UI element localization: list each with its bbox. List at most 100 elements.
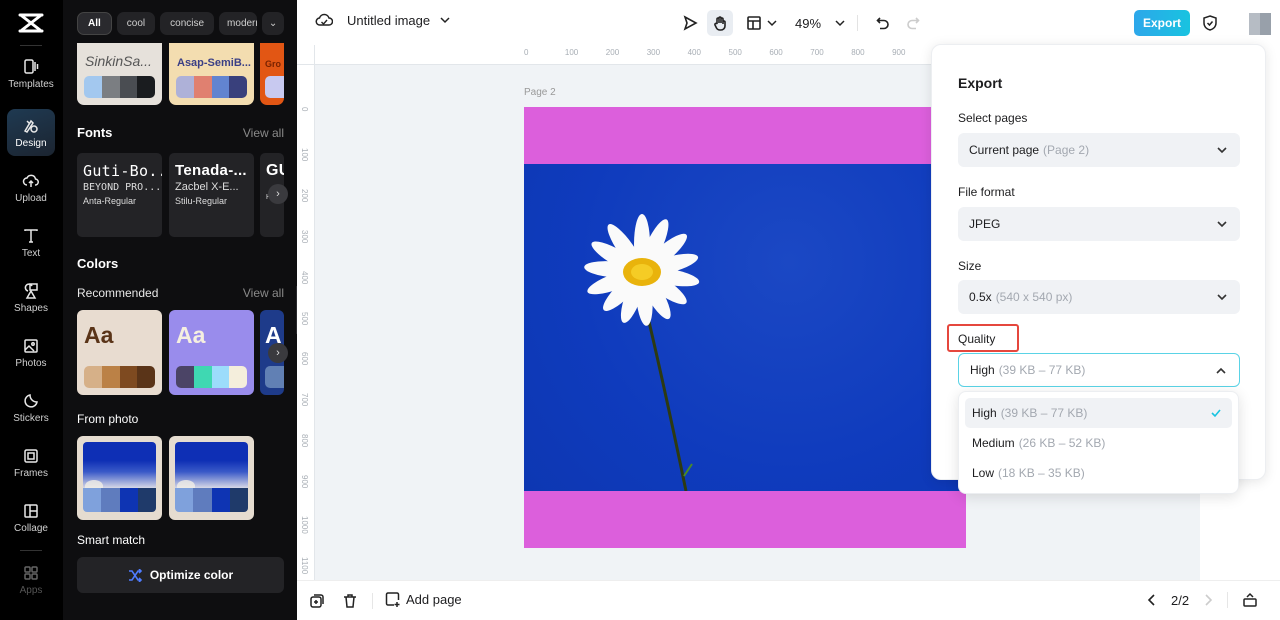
- chip-all[interactable]: All: [77, 12, 112, 35]
- chip-cool[interactable]: cool: [116, 12, 156, 35]
- text-icon: [24, 228, 38, 243]
- bottom-divider: [372, 593, 373, 609]
- present-icon[interactable]: [1242, 592, 1258, 608]
- quality-option-high[interactable]: High (39 KB – 77 KB): [965, 398, 1232, 428]
- font-combo-card[interactable]: Guti-Bo... BEYOND PRO... Anta-Regular: [77, 153, 162, 237]
- export-button[interactable]: Export: [1134, 10, 1190, 36]
- template-swatches: [176, 76, 247, 98]
- fonts-view-all-link[interactable]: View all: [243, 126, 284, 140]
- quality-value: High: [970, 363, 995, 377]
- add-page-button[interactable]: Add page: [385, 592, 462, 607]
- chevron-down-icon[interactable]: [440, 16, 450, 24]
- rail-item-photos[interactable]: Photos: [7, 329, 55, 376]
- layout-tool-button[interactable]: [741, 10, 767, 36]
- photo-palette-card[interactable]: [169, 436, 254, 520]
- photos-icon: [24, 338, 38, 353]
- ruler-tick-label: 500: [300, 311, 309, 325]
- next-page-icon[interactable]: [1203, 594, 1213, 606]
- select-pages-dropdown[interactable]: Current page (Page 2): [958, 133, 1240, 167]
- colors-view-all-link[interactable]: View all: [243, 286, 284, 300]
- size-dropdown[interactable]: 0.5x (540 x 540 px): [958, 280, 1240, 314]
- rail-item-templates[interactable]: Templates: [7, 50, 55, 97]
- file-format-label: File format: [958, 185, 1015, 199]
- delete-page-button[interactable]: [342, 593, 358, 609]
- ruler-tick-label: 100: [300, 147, 309, 162]
- size-value: 0.5x: [969, 290, 992, 304]
- template-card[interactable]: Gro: [260, 43, 284, 105]
- font-line-2: BEYOND PRO...: [83, 182, 162, 193]
- chevron-down-icon[interactable]: [835, 19, 845, 27]
- shield-check-icon[interactable]: [1201, 14, 1219, 32]
- file-format-dropdown[interactable]: JPEG: [958, 207, 1240, 241]
- quality-dropdown[interactable]: High (39 KB – 77 KB): [958, 353, 1240, 387]
- palette-swatches: [265, 366, 284, 388]
- rail-item-apps[interactable]: Apps: [7, 556, 55, 603]
- color-palette-card[interactable]: Aa: [169, 310, 254, 395]
- font-combo-card[interactable]: Tenada-... Zacbel X-E... Stilu-Regular: [169, 153, 254, 237]
- rail-item-frames[interactable]: Frames: [7, 439, 55, 486]
- chips-expand-button[interactable]: ⌄: [262, 12, 285, 35]
- undo-icon: [876, 17, 889, 30]
- previous-page-icon[interactable]: [1147, 594, 1157, 606]
- option-hint: (39 KB – 77 KB): [1000, 406, 1088, 420]
- chevron-up-icon: [1216, 367, 1226, 374]
- photo-palette-card[interactable]: [77, 436, 162, 520]
- rail-item-stickers[interactable]: Stickers: [7, 384, 55, 431]
- quality-option-low[interactable]: Low (18 KB – 35 KB): [965, 458, 1232, 488]
- ruler-tick-label: 800: [300, 434, 309, 448]
- font-line-2: Zacbel X-E...: [175, 181, 239, 193]
- ruler-tick-label: 300: [300, 229, 309, 244]
- chevron-down-icon[interactable]: [767, 19, 777, 27]
- quality-highlight-box: [947, 324, 1019, 352]
- layout-icon: [747, 16, 761, 30]
- color-palette-card[interactable]: Aa: [77, 310, 162, 395]
- rail-item-design[interactable]: Design: [7, 109, 55, 156]
- export-dialog-title: Export: [958, 75, 1003, 91]
- template-swatches: [265, 76, 284, 98]
- redo-button[interactable]: [900, 10, 926, 36]
- chevron-down-icon: [1217, 221, 1227, 228]
- rail-item-shapes[interactable]: Shapes: [7, 274, 55, 321]
- document-title-area: Untitled image: [315, 12, 450, 28]
- page-indicator: 2/2: [1171, 592, 1190, 608]
- font-line-1: Guti-Bo...: [83, 162, 162, 180]
- size-label: Size: [958, 259, 982, 273]
- palette-swatches: [175, 488, 248, 512]
- rail-label: Shapes: [14, 302, 48, 314]
- undo-button[interactable]: [870, 10, 896, 36]
- select-tool-button[interactable]: [677, 10, 703, 36]
- rail-item-upload[interactable]: Upload: [7, 164, 55, 211]
- capcut-logo-icon[interactable]: [18, 12, 44, 34]
- fonts-next-button[interactable]: ›: [268, 184, 288, 204]
- user-avatar[interactable]: [1249, 13, 1271, 35]
- template-card[interactable]: SinkinSa...: [77, 43, 162, 105]
- ruler-tick-label: 400: [300, 270, 309, 284]
- rail-divider: [20, 550, 42, 551]
- colors-next-button[interactable]: ›: [268, 343, 288, 363]
- chip-concise[interactable]: concise: [160, 12, 215, 35]
- chip-modern[interactable]: modern: [219, 12, 258, 35]
- pointer-icon: [683, 15, 698, 31]
- font-line-1: Tenada-...: [175, 162, 247, 179]
- option-label: Medium: [972, 436, 1015, 450]
- quality-option-medium[interactable]: Medium (26 KB – 52 KB): [965, 428, 1232, 458]
- chevron-right-icon: ›: [276, 347, 280, 359]
- rail-item-text[interactable]: Text: [7, 219, 55, 266]
- optimize-color-button[interactable]: Optimize color: [77, 557, 284, 593]
- rail-item-collage[interactable]: Collage: [7, 494, 55, 541]
- frames-icon: [24, 448, 38, 463]
- duplicate-page-button[interactable]: [309, 593, 325, 609]
- hand-tool-button[interactable]: [707, 10, 733, 36]
- shuffle-icon: [128, 568, 142, 582]
- daisy-photo[interactable]: [524, 164, 966, 491]
- canvas-page[interactable]: [524, 107, 966, 548]
- palette-sample-text: Aa: [84, 322, 114, 348]
- template-card[interactable]: Asap-SemiB...: [169, 43, 254, 105]
- rail-label: Stickers: [13, 412, 49, 424]
- ruler-tick-label: 300: [646, 48, 661, 57]
- option-hint: (18 KB – 35 KB): [998, 466, 1085, 480]
- ruler-tick-label: 200: [605, 48, 620, 57]
- document-title[interactable]: Untitled image: [347, 13, 430, 28]
- zoom-level[interactable]: 49%: [795, 16, 821, 31]
- chevron-down-icon: ⌄: [268, 18, 278, 29]
